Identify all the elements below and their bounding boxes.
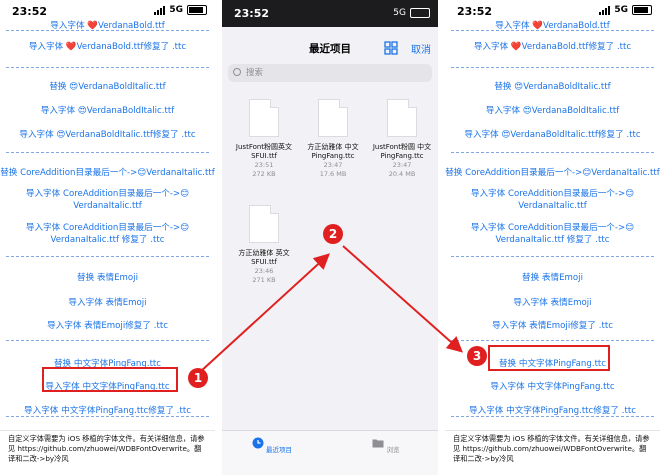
font-action-link[interactable]: 导入字体 ❤️VerdanaBold.ttf修复了 .ttc <box>0 40 215 52</box>
tab-bar: 最近项目 浏览 <box>222 430 438 475</box>
footer-note: 自定义字体需要为 iOS 移植的字体文件。有关详细信息，请参见 https://… <box>445 430 660 475</box>
font-action-link[interactable]: 替换 CoreAddition目录最后一个->😊VerdanaItalic.tt… <box>445 166 660 178</box>
dashed-divider <box>6 340 209 341</box>
tab-label: 浏览 <box>386 446 400 454</box>
status-time: 23:52 <box>234 7 270 20</box>
search-placeholder: 搜索 <box>246 68 264 78</box>
step-badge-3: 3 <box>467 346 487 366</box>
file-size: 17.6 MB <box>319 170 347 178</box>
font-action-link[interactable]: 导入字体 中文字体PingFang.ttc <box>445 380 660 392</box>
highlight-box-import-pingfang <box>42 367 178 392</box>
signal-icon <box>599 5 611 15</box>
font-action-link[interactable]: 导入字体 表情Emoji修复了 .ttc <box>0 319 215 331</box>
dashed-divider <box>6 30 209 31</box>
dashed-divider <box>451 152 654 153</box>
document-icon <box>249 99 279 137</box>
font-action-link[interactable]: 导入字体 表情Emoji修复了 .ttc <box>445 319 660 331</box>
file-date: 23:51 <box>254 161 274 169</box>
font-action-link[interactable]: 导入字体 中文字体PingFang.ttc修复了 .ttc <box>445 404 660 416</box>
file-size: 272 KB <box>252 170 276 178</box>
font-action-link[interactable]: 导入字体 中文字体PingFang.ttc修复了 .ttc <box>0 404 215 416</box>
file-item[interactable]: 方正幼雅体 中文 PingFang.ttc 23:47 17.6 MB <box>301 99 365 179</box>
document-icon <box>318 99 348 137</box>
search-input[interactable]: 搜索 <box>228 64 432 82</box>
network-label: 5G <box>614 5 628 15</box>
status-right: 5G <box>393 8 430 18</box>
dashed-divider <box>451 256 654 257</box>
font-action-link[interactable]: 导入字体 CoreAddition目录最后一个->😊 VerdanaItalic… <box>453 188 652 212</box>
file-item[interactable]: 方正幼雅体 英文 SFUI.ttf 23:46 271 KB <box>232 205 296 285</box>
file-name: 方正幼雅体 英文 SFUI.ttf <box>238 249 290 266</box>
file-size: 271 KB <box>252 276 276 284</box>
folder-icon <box>372 439 384 448</box>
file-name: 方正幼雅体 中文 PingFang.ttc <box>307 143 359 160</box>
file-name: JustFont粉圆英文 SFUI.ttf <box>235 143 293 160</box>
font-action-link[interactable]: 导入字体 CoreAddition目录最后一个->😊 VerdanaItalic… <box>8 188 207 212</box>
file-name: JustFont粉圆 中文 PingFang.ttc <box>372 143 432 160</box>
step-badge-1: 1 <box>188 368 208 388</box>
dashed-divider <box>6 416 209 417</box>
highlight-box-replace-pingfang <box>488 345 610 371</box>
cancel-button[interactable]: 取消 <box>411 41 431 56</box>
picker-title: 最近项目 <box>309 43 351 55</box>
font-action-link[interactable]: 替换 表情Emoji <box>0 271 215 283</box>
dashed-divider <box>451 67 654 68</box>
font-action-link[interactable]: 导入字体 表情Emoji <box>0 296 215 308</box>
file-size: 20.4 MB <box>388 170 416 178</box>
status-right: 5G <box>154 5 207 15</box>
file-date: 23:47 <box>392 161 412 169</box>
dashed-divider <box>451 340 654 341</box>
document-picker-sheet: 最近项目 取消 搜索 JustFont粉圆英文 SFUI.ttf 23:51 272… <box>222 27 438 475</box>
document-icon <box>249 205 279 243</box>
status-right: 5G <box>599 5 652 15</box>
screen-app-main-1: 23:52 5G 导入字体 ❤️VerdanaBold.ttf 导入字体 ❤️Ve… <box>0 0 215 475</box>
clock-icon <box>252 437 264 449</box>
font-action-link[interactable]: 导入字体 CoreAddition目录最后一个->😊VerdanaItalic.… <box>8 222 207 246</box>
status-time: 23:52 <box>12 5 48 18</box>
tab-recents[interactable]: 最近项目 <box>242 437 302 454</box>
battery-icon <box>632 5 652 15</box>
dashed-divider <box>6 152 209 153</box>
font-action-link[interactable]: 替换 😍VerdanaBoldItalic.ttf <box>445 80 660 92</box>
font-action-link[interactable]: 替换 😍VerdanaBoldItalic.ttf <box>0 80 215 92</box>
tab-label: 最近项目 <box>266 446 293 454</box>
document-icon <box>387 99 417 137</box>
battery-icon <box>410 8 430 18</box>
font-action-link[interactable]: 导入字体 ❤️VerdanaBold.ttf修复了 .ttc <box>445 40 660 52</box>
font-action-link[interactable]: 导入字体 😍VerdanaBoldItalic.ttf修复了 .ttc <box>0 128 215 140</box>
network-label: 5G <box>169 5 183 15</box>
dashed-divider <box>6 256 209 257</box>
tab-browse[interactable]: 浏览 <box>356 437 416 454</box>
font-action-link[interactable]: 替换 CoreAddition目录最后一个->😊VerdanaItalic.tt… <box>0 166 215 178</box>
footer-note: 自定义字体需要为 iOS 移植的字体文件。有关详细信息，请参见 https://… <box>0 430 215 475</box>
file-item[interactable]: JustFont粉圆英文 SFUI.ttf 23:51 272 KB <box>232 99 296 179</box>
file-date: 23:46 <box>254 267 274 275</box>
font-action-link[interactable]: 导入字体 😍VerdanaBoldItalic.ttf <box>0 104 215 116</box>
status-bar-dark: 23:52 5G <box>222 0 438 27</box>
font-action-link[interactable]: 导入字体 表情Emoji <box>445 296 660 308</box>
grid-view-icon[interactable] <box>384 41 398 55</box>
step-badge-2: 2 <box>323 224 343 244</box>
font-action-link[interactable]: 导入字体 CoreAddition目录最后一个->😊VerdanaItalic.… <box>453 222 652 246</box>
font-action-link[interactable]: 导入字体 😍VerdanaBoldItalic.ttf <box>445 104 660 116</box>
signal-icon <box>154 5 166 15</box>
file-date: 23:47 <box>323 161 343 169</box>
battery-icon <box>187 5 207 15</box>
dashed-divider <box>6 67 209 68</box>
font-action-link[interactable]: 替换 表情Emoji <box>445 271 660 283</box>
file-item[interactable]: JustFont粉圆 中文 PingFang.ttc 23:47 20.4 MB <box>370 99 434 179</box>
search-icon <box>233 68 241 76</box>
dashed-divider <box>451 30 654 31</box>
font-action-link[interactable]: 导入字体 😍VerdanaBoldItalic.ttf修复了 .ttc <box>445 128 660 140</box>
dashed-divider <box>451 416 654 417</box>
screen-app-main-3: 23:52 5G 导入字体 ❤️VerdanaBold.ttf 导入字体 ❤️Ve… <box>445 0 660 475</box>
network-label: 5G <box>393 8 406 18</box>
status-time: 23:52 <box>457 5 493 18</box>
